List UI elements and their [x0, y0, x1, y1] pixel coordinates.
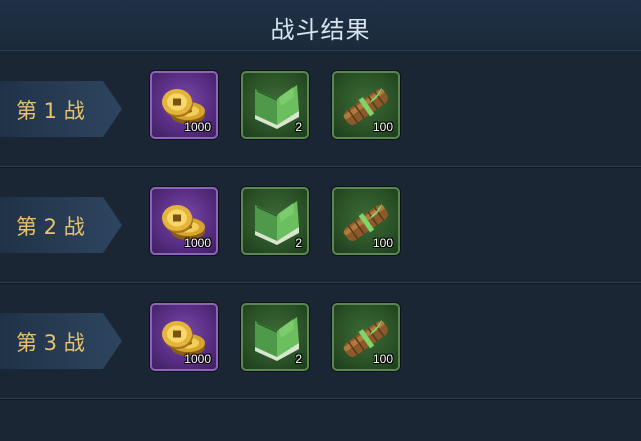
reward-slot-scroll[interactable]: 100 — [332, 71, 400, 139]
reward-slot-coins[interactable]: 1000 — [150, 303, 218, 371]
results-header: 战斗结果 — [0, 0, 641, 51]
reward-quantity: 1000 — [184, 120, 211, 134]
reward-slot-coins[interactable]: 1000 — [150, 187, 218, 255]
battle-row-2: 第 2 战 1000 2 100 — [0, 166, 641, 284]
page-title: 战斗结果 — [270, 16, 371, 44]
reward-slot-book[interactable]: 2 — [241, 71, 309, 139]
reward-quantity: 2 — [295, 236, 302, 250]
battle-tag: 第 2 战 — [0, 197, 122, 253]
battle-label: 第 1 战 — [16, 99, 85, 123]
reward-slot-book[interactable]: 2 — [241, 303, 309, 371]
battle-label: 第 3 战 — [16, 331, 85, 355]
reward-quantity: 2 — [295, 352, 302, 366]
reward-slot-book[interactable]: 2 — [241, 187, 309, 255]
battle-label: 第 2 战 — [16, 215, 85, 239]
reward-slot-coins[interactable]: 1000 — [150, 71, 218, 139]
battle-tag: 第 3 战 — [0, 313, 122, 369]
reward-quantity: 2 — [295, 120, 302, 134]
battle-row-1: 第 1 战 1000 2 100 — [0, 50, 641, 168]
reward-quantity: 100 — [372, 120, 393, 134]
reward-quantity: 100 — [372, 236, 393, 250]
battle-row-3: 第 3 战 1000 2 100 — [0, 282, 641, 400]
reward-slot-scroll[interactable]: 100 — [332, 303, 400, 371]
reward-quantity: 1000 — [184, 236, 211, 250]
reward-slot-scroll[interactable]: 100 — [332, 187, 400, 255]
battle-tag: 第 1 战 — [0, 81, 122, 137]
reward-quantity: 100 — [372, 352, 393, 366]
reward-quantity: 1000 — [184, 352, 211, 366]
